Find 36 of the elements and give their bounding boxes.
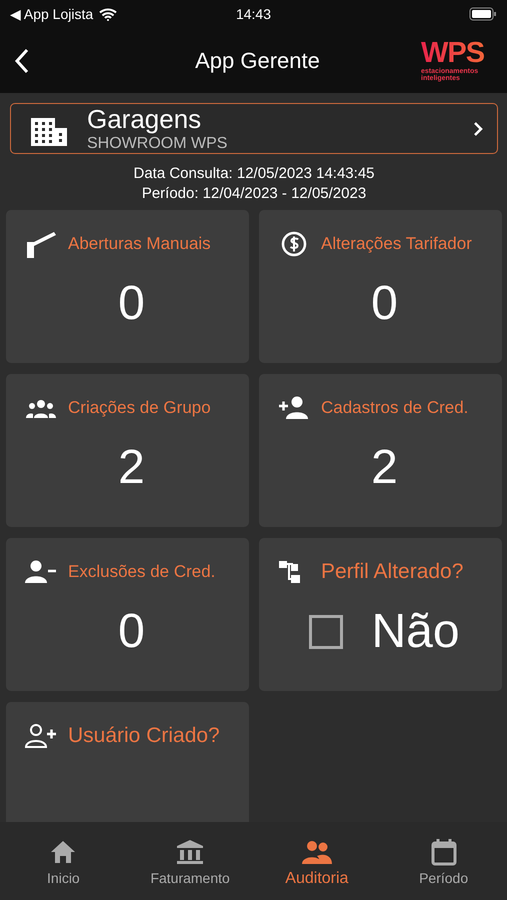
calendar-icon bbox=[428, 838, 459, 866]
garage-name: SHOWROOM WPS bbox=[87, 135, 228, 153]
person-add-icon bbox=[24, 722, 58, 750]
person-remove-icon bbox=[24, 558, 58, 586]
nav-tab[interactable]: Inicio bbox=[0, 822, 127, 900]
card-title: Usuário Criado? bbox=[68, 724, 220, 748]
screen-title: App Gerente bbox=[194, 48, 321, 74]
back-icon[interactable] bbox=[14, 48, 30, 74]
card-title: Alterações Tarifador bbox=[321, 234, 472, 254]
status-time: 14:43 bbox=[236, 6, 272, 22]
people-icon bbox=[302, 838, 332, 866]
back-to-app-link[interactable]: ◀ App Lojista bbox=[10, 6, 94, 22]
barrier-gate-icon bbox=[24, 230, 58, 258]
card-value: Não bbox=[371, 604, 460, 659]
card-title: Criações de Grupo bbox=[68, 398, 211, 418]
query-date: Data Consulta: 12/05/2023 14:43:45 bbox=[133, 164, 375, 184]
card-value: 0 bbox=[371, 276, 398, 331]
bank-icon bbox=[175, 838, 206, 866]
nav-tab[interactable]: Auditoria bbox=[254, 822, 380, 900]
nav-tab[interactable]: Faturamento bbox=[126, 822, 254, 900]
wifi-icon bbox=[99, 8, 118, 20]
card-title: Exclusões de Cred. bbox=[68, 562, 216, 582]
garage-selector[interactable]: Garagens SHOWROOM WPS bbox=[10, 103, 498, 154]
chevron-right-icon bbox=[473, 120, 483, 136]
card-title: Cadastros de Cred. bbox=[321, 398, 468, 418]
battery-icon bbox=[469, 7, 497, 21]
garage-title: Garagens bbox=[87, 104, 202, 135]
card-value: 0 bbox=[118, 276, 145, 331]
card-value: 0 bbox=[118, 604, 145, 659]
nav-tab[interactable]: Período bbox=[380, 822, 507, 900]
period-range: Período: 12/04/2023 - 12/05/2023 bbox=[142, 184, 366, 204]
card-value: 2 bbox=[118, 440, 145, 495]
card-title: Perfil Alterado? bbox=[321, 560, 464, 584]
card-title: Aberturas Manuais bbox=[68, 234, 211, 254]
person-add-icon bbox=[277, 394, 311, 422]
card-value: 2 bbox=[371, 440, 398, 495]
